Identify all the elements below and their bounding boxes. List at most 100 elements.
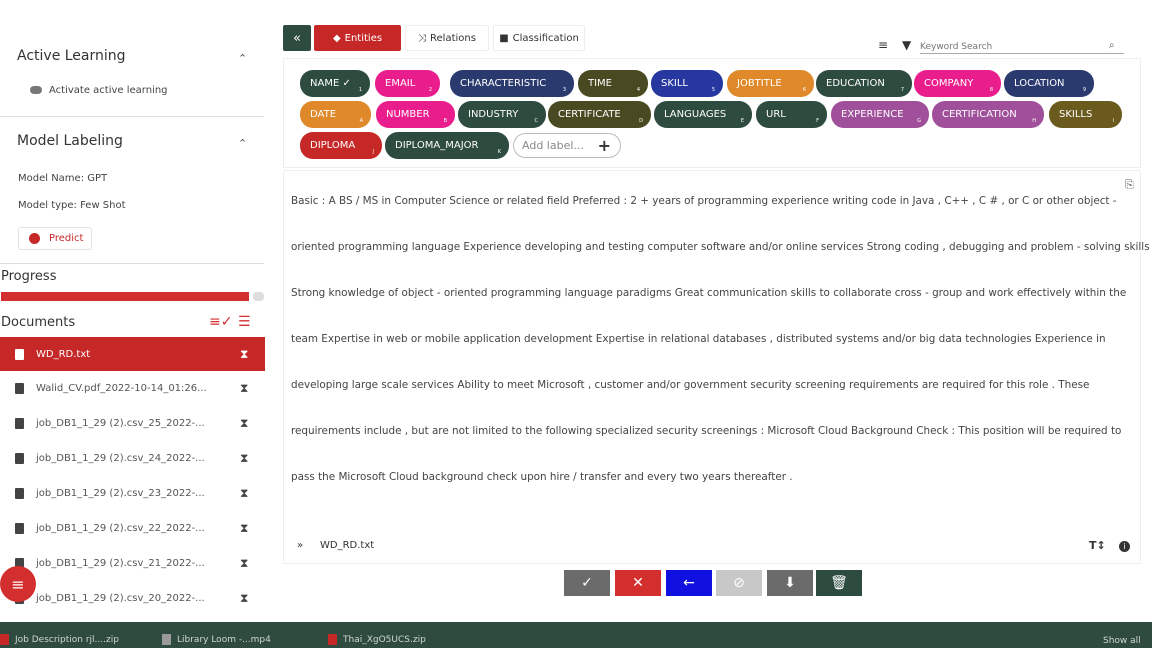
entity-label-chip[interactable]: TIME 4 bbox=[578, 70, 648, 97]
entity-label-hotkey: B bbox=[443, 118, 447, 124]
entity-label-chip[interactable]: EXPERIENCE G bbox=[831, 101, 929, 128]
entity-label-chip[interactable]: CERTIFICATION H bbox=[932, 101, 1044, 128]
entity-label-chip[interactable]: INDUSTRY C bbox=[458, 101, 546, 128]
entity-label-chip[interactable]: COMPANY 8 bbox=[914, 70, 1001, 97]
hourglass-icon: ⧗ bbox=[240, 380, 249, 395]
add-label-placeholder: Add label... bbox=[522, 139, 584, 152]
list-icon[interactable]: ☰ bbox=[238, 314, 251, 330]
info-icon[interactable]: i bbox=[1119, 541, 1130, 552]
entity-label-chip[interactable]: NUMBER B bbox=[376, 101, 455, 128]
entity-label-chip[interactable]: URL F bbox=[756, 101, 827, 128]
predict-label: Predict bbox=[49, 233, 84, 244]
document-item[interactable]: job_DB1_1_29 (2).csv_23_2022-... ⧗ bbox=[0, 476, 265, 510]
document-item[interactable]: Walid_CV.pdf_2022-10-14_01:26... ⧗ bbox=[0, 371, 265, 405]
filter-lines-icon[interactable]: ≡ bbox=[878, 38, 888, 52]
entity-label-chip[interactable]: LOCATION 9 bbox=[1004, 70, 1094, 97]
entity-label-chip[interactable]: CHARACTERISTIC 3 bbox=[450, 70, 574, 97]
entity-label-hotkey: 6 bbox=[802, 87, 806, 93]
document-item[interactable]: job_DB1_1_29 (2).csv_24_2022-... ⧗ bbox=[0, 441, 265, 475]
entity-label-text: CERTIFICATE bbox=[558, 109, 621, 120]
document-item[interactable]: WD_RD.txt ⧗ bbox=[0, 337, 265, 371]
chevron-double-down-icon[interactable]: » bbox=[297, 540, 303, 551]
taskbar-download[interactable]: Thai_XgO5UCS.zip bbox=[328, 634, 426, 645]
document-name: WD_RD.txt bbox=[36, 348, 91, 360]
active-learning-toggle-label: Activate active learning bbox=[49, 85, 168, 96]
active-learning-title: Active Learning bbox=[17, 48, 126, 64]
entity-label-chip[interactable]: SKILLS I bbox=[1049, 101, 1122, 128]
document-name: job_DB1_1_29 (2).csv_23_2022-... bbox=[36, 487, 205, 499]
entity-label-chip[interactable]: CERTIFICATE D bbox=[548, 101, 651, 128]
delete-button[interactable]: 🗑 bbox=[816, 570, 862, 596]
document-item[interactable]: job_DB1_1_29 (2).csv_22_2022-... ⧗ bbox=[0, 511, 265, 545]
document-text-line[interactable]: developing large scale services Ability … bbox=[291, 379, 1089, 391]
entity-label-text: LOCATION bbox=[1014, 78, 1065, 89]
funnel-icon[interactable]: ▼ bbox=[902, 38, 911, 52]
entity-label-text: INDUSTRY bbox=[468, 109, 519, 120]
document-text-line[interactable]: Basic : A BS / MS in Computer Science or… bbox=[291, 195, 1117, 207]
search-icon[interactable]: ⌕ bbox=[1109, 40, 1115, 51]
document-name: job_DB1_1_29 (2).csv_24_2022-... bbox=[36, 452, 205, 464]
entity-label-chip[interactable]: EDUCATION 7 bbox=[816, 70, 912, 97]
entity-label-chip[interactable]: DIPLOMA J bbox=[300, 132, 382, 159]
checklist-icon[interactable]: ≡✓ bbox=[209, 314, 232, 330]
document-text-line[interactable]: requirements include , but are not limit… bbox=[291, 425, 1121, 437]
entity-label-text: LANGUAGES bbox=[664, 109, 727, 120]
ignore-button[interactable]: ⊘ bbox=[716, 570, 762, 596]
document-item[interactable]: job_DB1_1_29 (2).csv_21_2022-... ⧗ bbox=[0, 546, 265, 580]
document-text-line[interactable]: pass the Microsoft Cloud background chec… bbox=[291, 471, 793, 483]
tab-classification-label: Classification bbox=[512, 32, 579, 44]
hourglass-icon: ⧗ bbox=[240, 555, 249, 570]
hourglass-icon: ⧗ bbox=[240, 520, 249, 535]
entity-label-chip[interactable]: NAME ✓ 1 bbox=[300, 70, 370, 97]
document-text-line[interactable]: oriented programming language Experience… bbox=[291, 241, 1150, 253]
document-name: job_DB1_1_29 (2).csv_22_2022-... bbox=[36, 522, 205, 534]
predict-button[interactable]: Predict bbox=[18, 227, 92, 250]
chat-icon[interactable]: ≡ bbox=[0, 566, 36, 602]
entity-label-hotkey: I bbox=[1112, 118, 1114, 124]
document-name: job_DB1_1_29 (2).csv_21_2022-... bbox=[36, 557, 205, 569]
entity-label-hotkey: H bbox=[1032, 118, 1036, 124]
book-icon: ■ bbox=[499, 32, 509, 44]
document-text-line[interactable]: Strong knowledge of object - oriented pr… bbox=[291, 287, 1126, 299]
reject-button[interactable]: ✕ bbox=[615, 570, 661, 596]
collapse-sidebar-button[interactable]: « bbox=[283, 25, 311, 51]
taskbar-download-label: Library Loom -...mp4 bbox=[177, 634, 271, 645]
accept-icon: ✓ bbox=[581, 575, 593, 591]
entity-label-chip[interactable]: SKILL 5 bbox=[651, 70, 723, 97]
document-text-panel[interactable]: ⎘ Basic : A BS / MS in Computer Science … bbox=[283, 170, 1150, 564]
taskbar-download[interactable]: Job Description rjl....zip bbox=[0, 634, 119, 645]
document-item[interactable]: job_DB1_1_29 (2).csv_25_2022-... ⧗ bbox=[0, 406, 265, 440]
tab-classification[interactable]: ■ Classification bbox=[493, 25, 585, 51]
tab-entities[interactable]: ◆ Entities bbox=[314, 25, 401, 51]
chevron-up-icon[interactable]: ⌃ bbox=[238, 52, 247, 65]
show-all-button[interactable]: Show all bbox=[1103, 636, 1141, 646]
keyword-search-input[interactable] bbox=[920, 40, 1124, 54]
entity-label-chip[interactable]: DIPLOMA_MAJOR K bbox=[385, 132, 509, 159]
text-size-icon[interactable]: T↕ bbox=[1089, 539, 1106, 552]
tab-relations[interactable]: ⤨ Relations bbox=[405, 25, 489, 51]
label-palette: Add label... + NAME ✓ 1 EMAIL 2 CHARACTERIST… bbox=[283, 58, 1141, 168]
save-button[interactable]: ⬇ bbox=[767, 570, 813, 596]
entity-label-text: JOBTITLE bbox=[737, 78, 782, 89]
entity-label-hotkey: J bbox=[372, 149, 374, 155]
taskbar-download[interactable]: Library Loom -...mp4 bbox=[162, 634, 271, 645]
active-learning-toggle[interactable] bbox=[30, 86, 42, 94]
entity-label-chip[interactable]: JOBTITLE 6 bbox=[727, 70, 814, 97]
document-text-line[interactable]: team Expertise in web or mobile applicat… bbox=[291, 333, 1106, 345]
sidebar: Active Learning ⌃ Activate active learni… bbox=[0, 0, 268, 622]
copy-icon[interactable]: ⎘ bbox=[1125, 178, 1134, 192]
back-button[interactable]: ← bbox=[666, 570, 712, 596]
add-label-input[interactable]: Add label... + bbox=[513, 133, 621, 158]
plus-icon[interactable]: + bbox=[598, 136, 611, 155]
zip-file-icon bbox=[0, 634, 9, 645]
accept-button[interactable]: ✓ bbox=[564, 570, 610, 596]
entity-label-chip[interactable]: LANGUAGES E bbox=[654, 101, 752, 128]
zip-file-icon bbox=[328, 634, 337, 645]
entity-label-hotkey: K bbox=[497, 149, 501, 155]
chevron-up-icon[interactable]: ⌃ bbox=[238, 137, 247, 150]
entity-label-chip[interactable]: EMAIL 2 bbox=[375, 70, 440, 97]
entity-label-chip[interactable]: DATE A bbox=[300, 101, 371, 128]
app-root: Active Learning ⌃ Activate active learni… bbox=[0, 0, 1152, 648]
document-item[interactable]: job_DB1_1_29 (2).csv_20_2022-... ⧗ bbox=[0, 581, 265, 615]
footer-filename: WD_RD.txt bbox=[320, 540, 375, 551]
